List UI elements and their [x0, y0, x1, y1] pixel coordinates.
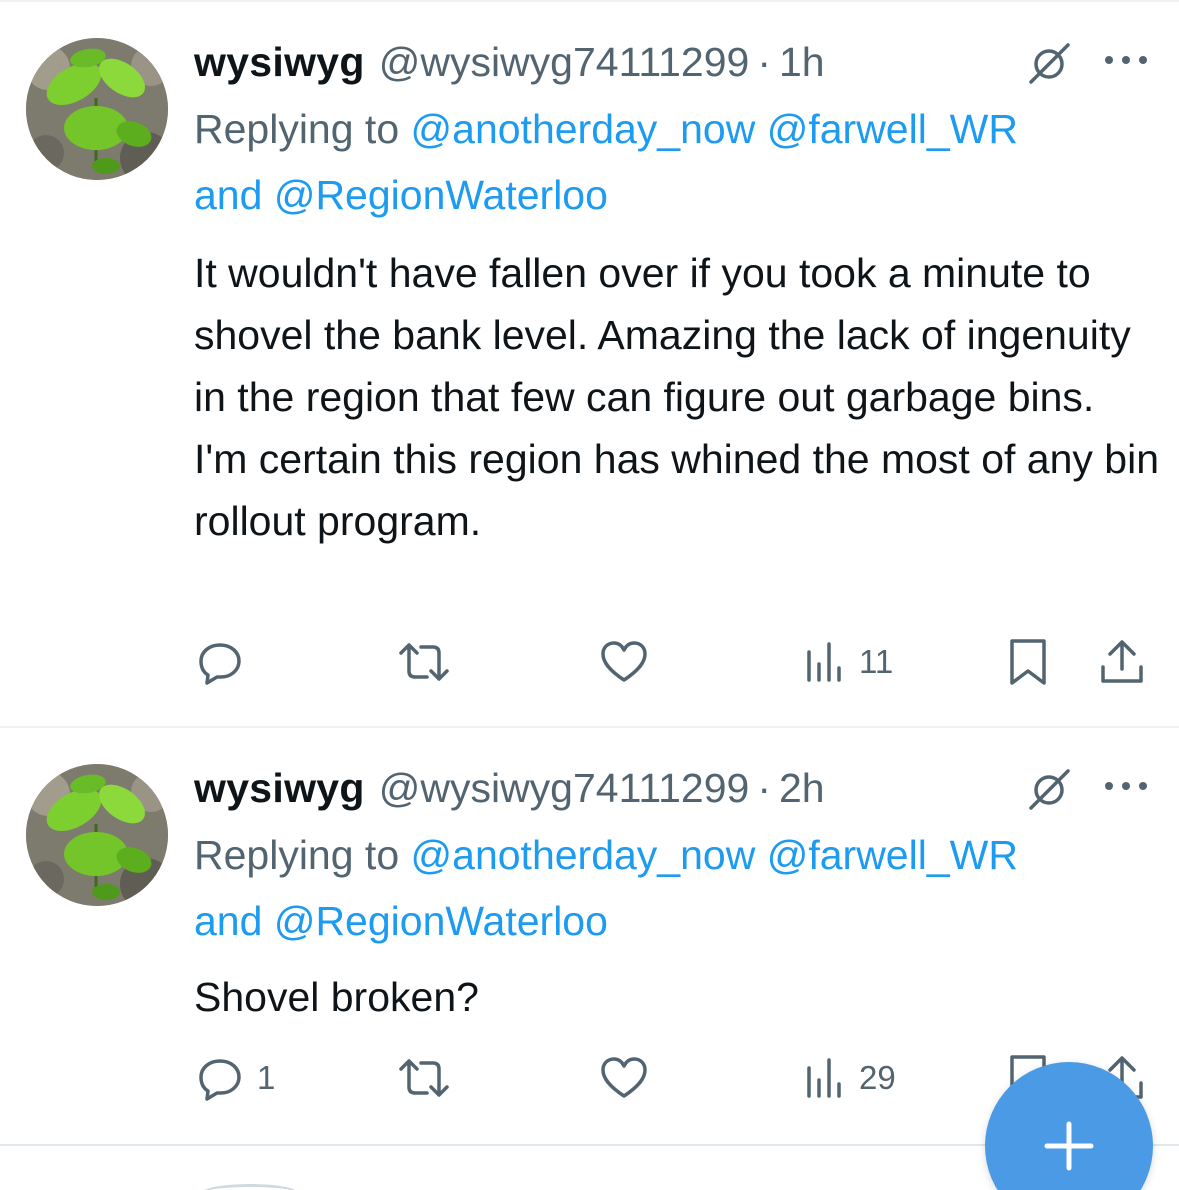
more-icon[interactable]	[1103, 50, 1149, 70]
reply-button[interactable]: 1	[195, 1048, 275, 1108]
replying-to: Replying to @anotherday_now @farwell_WR …	[194, 822, 1154, 954]
mention-link[interactable]: @anotherday_now	[411, 106, 756, 152]
view-count: 29	[859, 1059, 896, 1096]
retweet-icon	[399, 1059, 449, 1097]
avatar-leaf-image	[26, 38, 168, 180]
like-button[interactable]	[599, 1048, 661, 1108]
views-button[interactable]: 29	[805, 1048, 896, 1108]
retweet-button[interactable]	[397, 632, 463, 692]
user-handle[interactable]: @wysiwyg74111299	[379, 39, 750, 86]
heart-icon	[601, 641, 647, 682]
heart-icon	[601, 1057, 647, 1098]
plus-icon	[1044, 1121, 1094, 1171]
replying-to: Replying to @anotherday_now @farwell_WR …	[194, 96, 1154, 228]
bookmark-button[interactable]	[1006, 632, 1050, 692]
like-button[interactable]	[599, 632, 661, 692]
views-icon	[807, 1058, 841, 1098]
avatar-leaf-image	[26, 764, 168, 906]
timestamp[interactable]: 1h	[779, 39, 825, 86]
tweet-actions: 11	[0, 632, 1179, 692]
tweet[interactable]: wysiwyg @wysiwyg74111299 · 1h Replying t…	[0, 0, 1179, 728]
mention-link[interactable]: @RegionWaterloo	[274, 172, 608, 218]
view-count: 11	[859, 643, 894, 680]
share-icon	[1101, 640, 1143, 683]
avatar[interactable]	[26, 38, 168, 180]
replying-to-label: Replying to	[194, 832, 400, 878]
separator-dot: ·	[757, 38, 771, 85]
separator-dot: ·	[757, 764, 771, 811]
retweet-button[interactable]	[397, 1048, 463, 1108]
tweet-text: It wouldn't have fallen over if you took…	[194, 250, 1160, 544]
reply-button[interactable]	[195, 632, 257, 692]
mention-link[interactable]: @anotherday_now	[411, 832, 756, 878]
avatar[interactable]	[26, 764, 168, 906]
timestamp[interactable]: 2h	[779, 765, 825, 812]
user-handle[interactable]: @wysiwyg74111299	[379, 765, 750, 812]
mention-link[interactable]: @RegionWaterloo	[274, 898, 608, 944]
muted-icon[interactable]	[1024, 38, 1074, 88]
mention-link[interactable]: @farwell_WR	[767, 832, 1018, 878]
muted-icon[interactable]	[1024, 764, 1074, 814]
tweet-header: wysiwyg @wysiwyg74111299 · 1h	[194, 36, 825, 88]
mention-joiner[interactable]: and	[194, 898, 262, 944]
retweet-icon	[399, 643, 449, 681]
views-icon	[807, 642, 841, 682]
display-name[interactable]: wysiwyg	[194, 39, 365, 86]
replying-to-label: Replying to	[194, 106, 400, 152]
mention-joiner[interactable]: and	[194, 172, 262, 218]
tweet-header: wysiwyg @wysiwyg74111299 · 2h	[194, 762, 825, 814]
bookmark-icon	[1010, 639, 1046, 685]
views-button[interactable]: 11	[805, 632, 893, 692]
more-icon[interactable]	[1103, 776, 1149, 796]
reply-count: 1	[257, 1059, 276, 1096]
share-button[interactable]	[1098, 632, 1146, 692]
reply-icon	[199, 643, 241, 685]
tweet-text: Shovel broken?	[194, 974, 479, 1020]
reply-icon	[199, 1059, 241, 1101]
display-name[interactable]: wysiwyg	[194, 765, 365, 812]
next-tweet-avatar-edge	[200, 1184, 300, 1190]
mention-link[interactable]: @farwell_WR	[767, 106, 1018, 152]
